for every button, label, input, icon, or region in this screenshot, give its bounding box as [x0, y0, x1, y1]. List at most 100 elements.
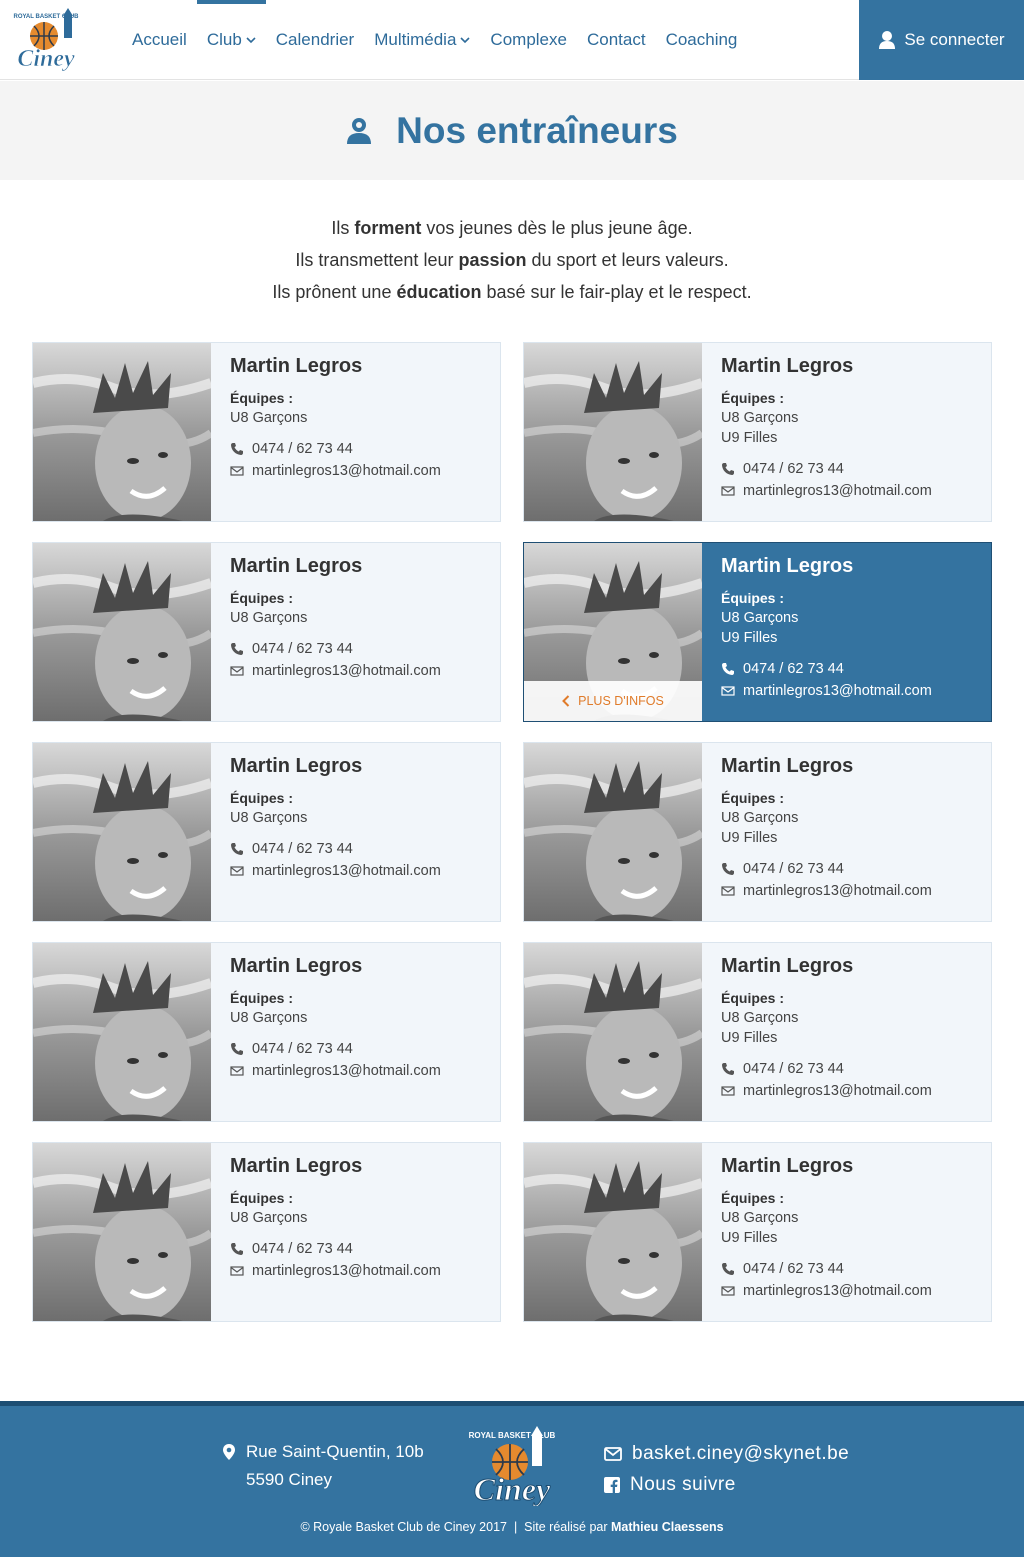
coach-team: U8 Garçons [230, 610, 308, 626]
footer-copyright: © Royale Basket Club de Ciney 2017 | Sit… [300, 1520, 724, 1534]
coach-team: U8 Garçons [230, 410, 308, 426]
svg-text:ROYAL BASKET CLUB: ROYAL BASKET CLUB [13, 14, 79, 20]
teams-label: Équipes : [721, 390, 785, 406]
coach-photo [524, 743, 702, 921]
coach-email[interactable]: martinlegros13@hotmail.com [230, 460, 490, 482]
coach-info: Martin Legros Équipes : U8 Garçons 0474 / 6… [230, 1155, 490, 1282]
coach-phone[interactable]: 0474 / 62 73 44 [230, 438, 490, 460]
coach-phone[interactable]: 0474 / 62 73 44 [721, 1258, 981, 1280]
coach-email[interactable]: martinlegros13@hotmail.com [230, 660, 490, 682]
coach-team: U8 Garçons [721, 410, 799, 426]
nav-multimedia[interactable]: Multimédia [364, 0, 480, 80]
phone-icon [231, 643, 243, 655]
envelope-icon [721, 486, 735, 496]
coach-card[interactable]: Martin Legros Équipes : U8 Garçons 0474 / 6… [32, 542, 501, 722]
coach-phone[interactable]: 0474 / 62 73 44 [230, 1238, 490, 1260]
nav-club[interactable]: Club [196, 0, 266, 80]
coach-name: Martin Legros [230, 755, 363, 777]
footer-contact: basket.ciney@skynet.be Nous suivre [604, 1438, 849, 1500]
nav-contact[interactable]: Contact [577, 0, 656, 80]
coach-name: Martin Legros [721, 555, 854, 577]
phone-icon [722, 1263, 734, 1275]
coach-team: U9 Filles [721, 1030, 778, 1046]
coach-name: Martin Legros [230, 1155, 363, 1177]
intro-line: Ils prônent une éducation basé sur le fa… [272, 282, 752, 302]
chevron-down-icon [246, 37, 256, 44]
footer-logo[interactable]: ROYAL BASKET CLUB Ciney [460, 1424, 564, 1508]
coach-email[interactable]: martinlegros13@hotmail.com [721, 480, 981, 502]
coach-phone[interactable]: 0474 / 62 73 44 [230, 1038, 490, 1060]
envelope-icon [721, 686, 735, 696]
nav-calendrier[interactable]: Calendrier [266, 0, 364, 80]
coach-info: Martin Legros Équipes : U8 Garçons 0474 / 6… [230, 955, 490, 1082]
coach-phone[interactable]: 0474 / 62 73 44 [721, 858, 981, 880]
coach-email[interactable]: martinlegros13@hotmail.com [230, 1060, 490, 1082]
coach-team: U8 Garçons [230, 1210, 308, 1226]
intro-line: Ils forment vos jeunes dès le plus jeune… [331, 218, 693, 238]
teams-label: Équipes : [230, 590, 294, 606]
coach-card[interactable]: Martin Legros Équipes : U8 Garçons U9 Fille… [523, 942, 992, 1122]
coach-team: U8 Garçons [230, 810, 308, 826]
coach-card[interactable]: Martin Legros Équipes : U8 Garçons 0474 / 6… [32, 342, 501, 522]
facebook-icon [604, 1476, 620, 1493]
envelope-icon [604, 1446, 622, 1461]
login-button[interactable]: Se connecter [859, 0, 1024, 80]
coach-email[interactable]: martinlegros13@hotmail.com [721, 1080, 981, 1102]
coach-email[interactable]: martinlegros13@hotmail.com [721, 1280, 981, 1302]
site-header: ROYAL BASKET CLUB Ciney Accueil Club Cal… [0, 0, 1024, 80]
coach-email[interactable]: martinlegros13@hotmail.com [230, 1260, 490, 1282]
coach-team: U8 Garçons [721, 810, 799, 826]
coach-name: Martin Legros [721, 755, 854, 777]
coach-name: Martin Legros [721, 355, 854, 377]
coach-phone[interactable]: 0474 / 62 73 44 [721, 1058, 981, 1080]
coach-card[interactable]: Martin Legros Équipes : U8 Garçons U9 Fille… [523, 1142, 992, 1322]
coach-phone[interactable]: 0474 / 62 73 44 [721, 458, 981, 480]
coach-info: Martin Legros Équipes : U8 Garçons 0474 / 6… [230, 355, 490, 482]
coach-card[interactable]: Martin Legros Équipes : U8 Garçons 0474 / 6… [32, 742, 501, 922]
coach-phone[interactable]: 0474 / 62 73 44 [721, 658, 981, 680]
phone-icon [722, 863, 734, 875]
coach-email[interactable]: martinlegros13@hotmail.com [230, 860, 490, 882]
coach-card[interactable]: Plus d'infos Martin Legros Équipes : U8 Gar… [523, 542, 992, 722]
coach-photo [524, 943, 702, 1121]
coach-photo [524, 1143, 702, 1321]
envelope-icon [230, 866, 244, 876]
envelope-icon [721, 1286, 735, 1296]
club-logo[interactable]: ROYAL BASKET CLUB Ciney [8, 8, 88, 72]
coach-icon [347, 117, 372, 144]
svg-text:Ciney: Ciney [17, 46, 75, 72]
more-info-button[interactable]: Plus d'infos [524, 681, 702, 721]
coach-photo [33, 743, 211, 921]
coach-card[interactable]: Martin Legros Équipes : U8 Garçons 0474 / 6… [32, 942, 501, 1122]
nav-accueil[interactable]: Accueil [122, 0, 197, 80]
envelope-icon [721, 886, 735, 896]
credit-author-link[interactable]: Mathieu Claessens [611, 1520, 724, 1534]
coach-team: U9 Filles [721, 830, 778, 846]
svg-text:ROYAL BASKET CLUB: ROYAL BASKET CLUB [469, 1431, 556, 1440]
coach-card[interactable]: Martin Legros Équipes : U8 Garçons U9 Fille… [523, 742, 992, 922]
coach-card[interactable]: Martin Legros Équipes : U8 Garçons 0474 / 6… [32, 1142, 501, 1322]
chevron-down-icon [460, 37, 470, 44]
teams-label: Équipes : [230, 990, 294, 1006]
coach-photo [524, 343, 702, 521]
coach-name: Martin Legros [230, 355, 363, 377]
coach-photo [33, 543, 211, 721]
nav-coaching[interactable]: Coaching [656, 0, 748, 80]
phone-icon [231, 443, 243, 455]
nav-complexe[interactable]: Complexe [480, 0, 577, 80]
coach-name: Martin Legros [721, 955, 854, 977]
coach-team: U8 Garçons [721, 610, 799, 626]
coach-card[interactable]: Martin Legros Équipes : U8 Garçons U9 Fille… [523, 342, 992, 522]
user-icon [879, 31, 896, 49]
footer-follow-link[interactable]: Nous suivre [604, 1469, 849, 1500]
coach-phone[interactable]: 0474 / 62 73 44 [230, 838, 490, 860]
footer-email-link[interactable]: basket.ciney@skynet.be [604, 1438, 849, 1469]
phone-icon [722, 463, 734, 475]
coach-email[interactable]: martinlegros13@hotmail.com [721, 680, 981, 702]
coach-phone[interactable]: 0474 / 62 73 44 [230, 638, 490, 660]
coach-email[interactable]: martinlegros13@hotmail.com [721, 880, 981, 902]
svg-text:Ciney: Ciney [474, 1471, 551, 1506]
coach-info: Martin Legros Équipes : U8 Garçons U9 Fille… [721, 355, 981, 502]
coach-team: U9 Filles [721, 430, 778, 446]
teams-label: Équipes : [721, 590, 785, 606]
